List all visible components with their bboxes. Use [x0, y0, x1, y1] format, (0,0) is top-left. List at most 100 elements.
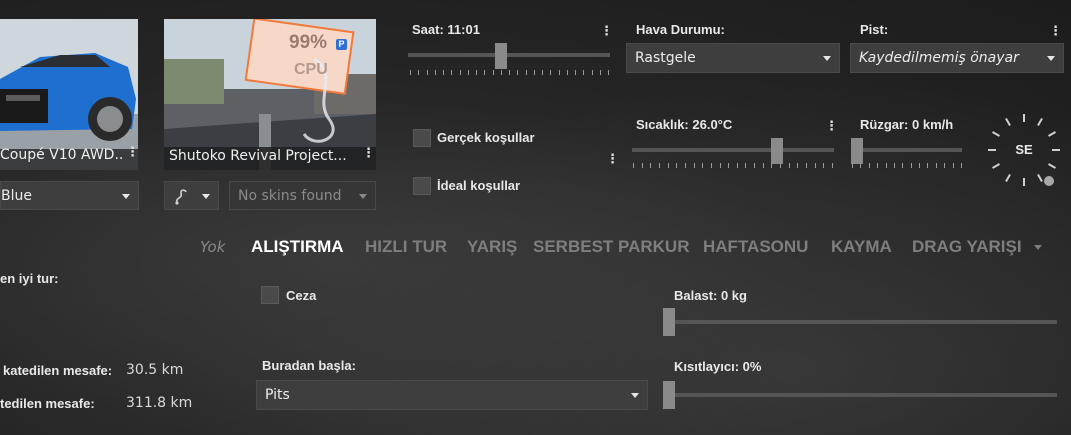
- slider-tick: [533, 70, 535, 75]
- slider-tick: [885, 163, 887, 168]
- slider-tick: [641, 163, 643, 168]
- slider-tick: [893, 163, 895, 168]
- track-more-icon[interactable]: ⋮: [362, 147, 375, 160]
- slider-tick: [633, 163, 634, 168]
- tab-none[interactable]: Yok: [200, 238, 225, 256]
- wind-direction-handle[interactable]: [1044, 176, 1054, 186]
- slider-tick: [500, 70, 502, 75]
- ballast-slider-thumb[interactable]: [663, 308, 675, 336]
- slider-tick: [877, 163, 879, 168]
- temperature-slider-thumb[interactable]: [771, 138, 783, 164]
- best-lap-label: en iyi tur:: [0, 271, 59, 286]
- track-state-value: Kaydedilmemiş önayar: [859, 50, 1019, 66]
- restrictor-slider-track[interactable]: [663, 393, 1057, 397]
- slider-tick: [910, 163, 912, 168]
- real-conditions-label: Gerçek koşullar: [437, 130, 535, 145]
- slider-tick: [745, 163, 747, 168]
- restrictor-slider-thumb[interactable]: [663, 381, 675, 409]
- temperature-slider-track[interactable]: [632, 148, 834, 152]
- slider-tick: [575, 70, 576, 75]
- slider-tick: [467, 70, 469, 75]
- slider-tick: [426, 70, 428, 75]
- slider-tick: [492, 70, 494, 75]
- penalty-checkbox[interactable]: [261, 286, 279, 304]
- car-more-icon[interactable]: ⋮: [126, 146, 138, 159]
- distance-label-1: katedilen mesafe:: [3, 363, 113, 378]
- tabs-more-chevron-icon[interactable]: [1034, 245, 1042, 250]
- track-preview-card[interactable]: 99% P CPU Shutoko Revival Project... ⋮: [164, 19, 376, 170]
- tab-free-drive[interactable]: SERBEST PARKUR: [533, 237, 689, 257]
- distance-label-2: tedilen mesafe:: [0, 396, 95, 411]
- slider-tick: [806, 163, 808, 168]
- slider-tick: [762, 163, 764, 168]
- compass-tick: [988, 149, 996, 151]
- time-more-icon[interactable]: ⋮: [600, 25, 613, 38]
- distance-value-1: 30.5 km: [126, 362, 184, 378]
- compass-tick: [1023, 178, 1025, 186]
- wind-slider-track[interactable]: [851, 148, 962, 152]
- slider-tick: [944, 163, 946, 168]
- tab-drift[interactable]: KAYMA: [831, 237, 892, 257]
- start-select[interactable]: Pits: [256, 380, 648, 410]
- real-conditions-checkbox[interactable]: [413, 129, 431, 147]
- slider-tick: [525, 70, 527, 75]
- conditions-more-icon[interactable]: ⋮: [606, 153, 619, 166]
- slider-tick: [451, 70, 453, 75]
- restrictor-label: Kısıtlayıcı: 0%: [674, 359, 762, 374]
- slider-tick: [902, 163, 904, 168]
- track-skin-select: No skins found: [229, 181, 376, 210]
- car-caption: Coupé V10 AWD...: [0, 147, 124, 163]
- car-preview-card[interactable]: Coupé V10 AWD... ⋮: [0, 19, 138, 170]
- slider-tick: [961, 163, 962, 168]
- slider-tick: [823, 163, 825, 168]
- track-state-more-icon[interactable]: ⋮: [1049, 25, 1062, 38]
- slider-tick: [676, 163, 678, 168]
- slider-tick: [719, 163, 721, 168]
- tab-race[interactable]: YARIŞ: [467, 237, 517, 257]
- ideal-conditions-label: İdeal koşullar: [437, 178, 521, 193]
- slider-tick: [443, 70, 444, 75]
- track-caption: Shutoko Revival Project...: [169, 148, 347, 164]
- wind-direction-text: SE: [1015, 142, 1033, 157]
- slider-tick: [667, 163, 669, 168]
- time-slider-thumb[interactable]: [495, 43, 507, 69]
- slider-tick: [860, 163, 862, 168]
- slider-tick: [542, 70, 543, 75]
- track-state-select[interactable]: Kaydedilmemiş önayar: [850, 43, 1064, 73]
- tab-practice[interactable]: ALIŞTIRMA: [251, 237, 344, 257]
- slider-tick: [754, 163, 756, 168]
- temperature-more-icon[interactable]: ⋮: [825, 120, 838, 133]
- slider-tick: [728, 163, 730, 168]
- tab-hotlap[interactable]: HIZLI TUR: [365, 237, 447, 257]
- cpu-percent: 99%: [289, 32, 328, 53]
- chevron-down-icon: [631, 393, 639, 398]
- chevron-down-icon: [202, 193, 210, 199]
- slider-tick: [484, 70, 486, 75]
- time-label: Saat: 11:01: [412, 22, 480, 37]
- slider-tick: [935, 163, 937, 168]
- weather-select[interactable]: Rastgele: [626, 43, 840, 73]
- ballast-label: Balast: 0 kg: [674, 288, 747, 303]
- slider-tick: [814, 163, 816, 168]
- tab-weekend[interactable]: HAFTASONU: [703, 237, 808, 257]
- slider-tick: [852, 163, 853, 168]
- slider-tick: [558, 70, 560, 75]
- wind-slider-thumb[interactable]: [851, 138, 863, 164]
- track-layout-select[interactable]: [164, 181, 219, 210]
- ideal-conditions-checkbox[interactable]: [413, 177, 431, 195]
- slider-tick: [797, 163, 799, 168]
- car-skin-select[interactable]: Blue: [0, 181, 139, 210]
- slider-tick: [771, 163, 773, 168]
- slider-tick: [780, 163, 782, 168]
- weather-value: Rastgele: [635, 50, 696, 66]
- slider-tick: [476, 70, 477, 75]
- slider-tick: [650, 163, 652, 168]
- slider-tick: [459, 70, 461, 75]
- compass-tick: [1023, 114, 1025, 122]
- tab-drag-race[interactable]: DRAG YARIŞI: [912, 237, 1022, 257]
- ballast-slider-track[interactable]: [663, 320, 1057, 324]
- start-label: Buradan başla:: [262, 358, 356, 373]
- time-slider-track[interactable]: [408, 53, 610, 57]
- wind-label: Rüzgar: 0 km/h: [860, 117, 954, 132]
- slider-tick: [434, 70, 436, 75]
